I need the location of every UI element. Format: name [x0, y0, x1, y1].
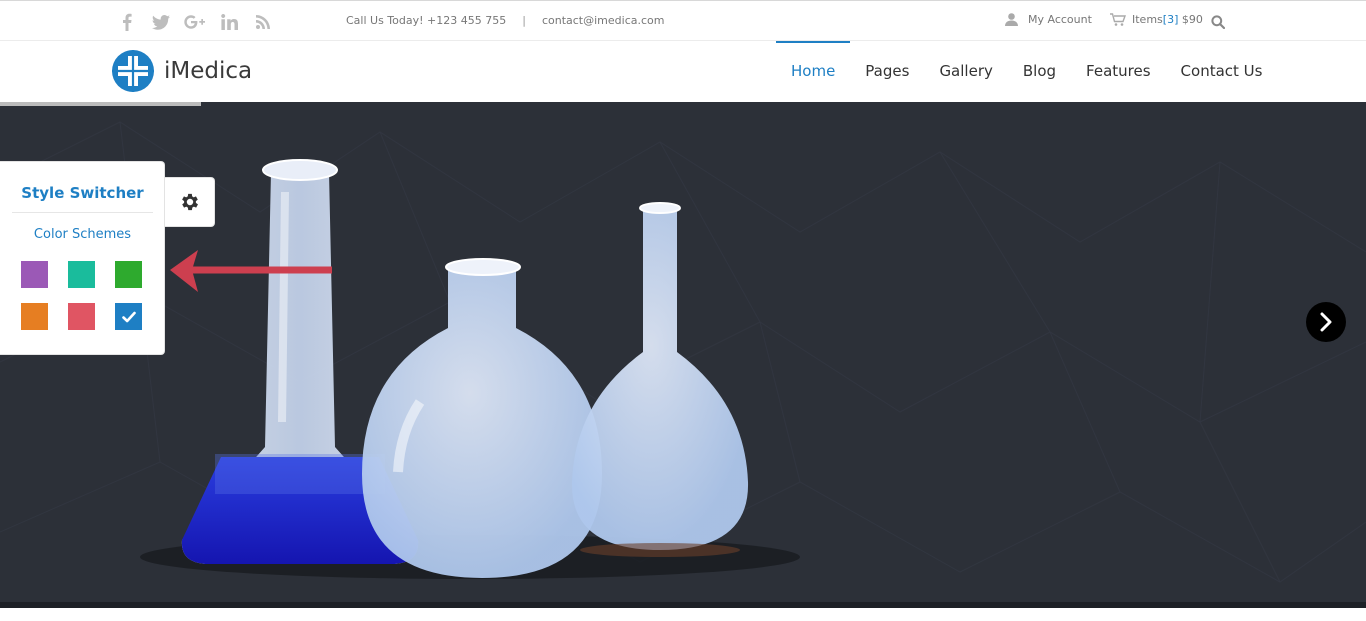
nav-contact-us[interactable]: Contact Us: [1166, 41, 1278, 102]
email-link[interactable]: contact@imedica.com: [542, 14, 665, 27]
cart-label: Items[3] $90: [1132, 13, 1203, 26]
style-switcher-panel: Style Switcher Color Schemes: [0, 161, 165, 355]
medical-cross-logo-icon: [112, 50, 154, 92]
check-icon: [121, 311, 136, 322]
slider-progress-bar: [0, 102, 201, 106]
swatch-purple[interactable]: [21, 261, 48, 288]
swatch-red[interactable]: [68, 303, 95, 330]
cart-icon: [1110, 13, 1126, 26]
nav-blog[interactable]: Blog: [1008, 41, 1071, 102]
search-icon[interactable]: [1211, 14, 1226, 33]
style-switcher-toggle[interactable]: [165, 177, 215, 227]
brand-name: iMedica: [164, 58, 253, 84]
my-account-label: My Account: [1028, 13, 1092, 26]
nav-gallery[interactable]: Gallery: [924, 41, 1007, 102]
swatch-green[interactable]: [115, 261, 142, 288]
phone-text: Call Us Today! +123 455 755: [346, 14, 507, 27]
nav-features[interactable]: Features: [1071, 41, 1166, 102]
cart-total: $90: [1181, 13, 1203, 26]
google-plus-icon[interactable]: [178, 11, 212, 33]
user-icon: [1005, 13, 1018, 26]
swatch-blue[interactable]: [115, 303, 142, 330]
nav-pages[interactable]: Pages: [850, 41, 924, 102]
facebook-icon[interactable]: [110, 11, 144, 33]
swatch-orange[interactable]: [21, 303, 48, 330]
cart-items-label: Items: [1132, 13, 1163, 26]
linkedin-icon[interactable]: [212, 11, 246, 33]
swatch-teal[interactable]: [68, 261, 95, 288]
logo[interactable]: iMedica: [112, 50, 252, 92]
twitter-icon[interactable]: [144, 11, 178, 33]
cart-count: [3]: [1162, 13, 1179, 26]
top-bar: Call Us Today! +123 455 755 | contact@im…: [0, 0, 1366, 41]
cart-link[interactable]: Items[3] $90: [1110, 13, 1203, 26]
rss-icon[interactable]: [246, 11, 280, 33]
separator: |: [522, 14, 526, 27]
gear-icon: [181, 193, 198, 211]
nav-home[interactable]: Home: [776, 41, 851, 102]
slider-next-button[interactable]: [1306, 302, 1346, 342]
my-account-link[interactable]: My Account: [1005, 13, 1092, 26]
main-navbar: iMedica Home Pages Gallery Blog Features…: [0, 41, 1366, 102]
style-switcher-title: Style Switcher: [12, 184, 153, 213]
contact-info: Call Us Today! +123 455 755 | contact@im…: [346, 14, 664, 27]
color-schemes-label: Color Schemes: [33, 227, 132, 242]
social-links: [110, 11, 280, 33]
chevron-right-icon: [1320, 312, 1332, 332]
pointer-arrow-icon: [170, 250, 332, 292]
hero-bottom-strip: [0, 602, 1366, 608]
main-nav: Home Pages Gallery Blog Features Contact…: [776, 41, 1277, 102]
